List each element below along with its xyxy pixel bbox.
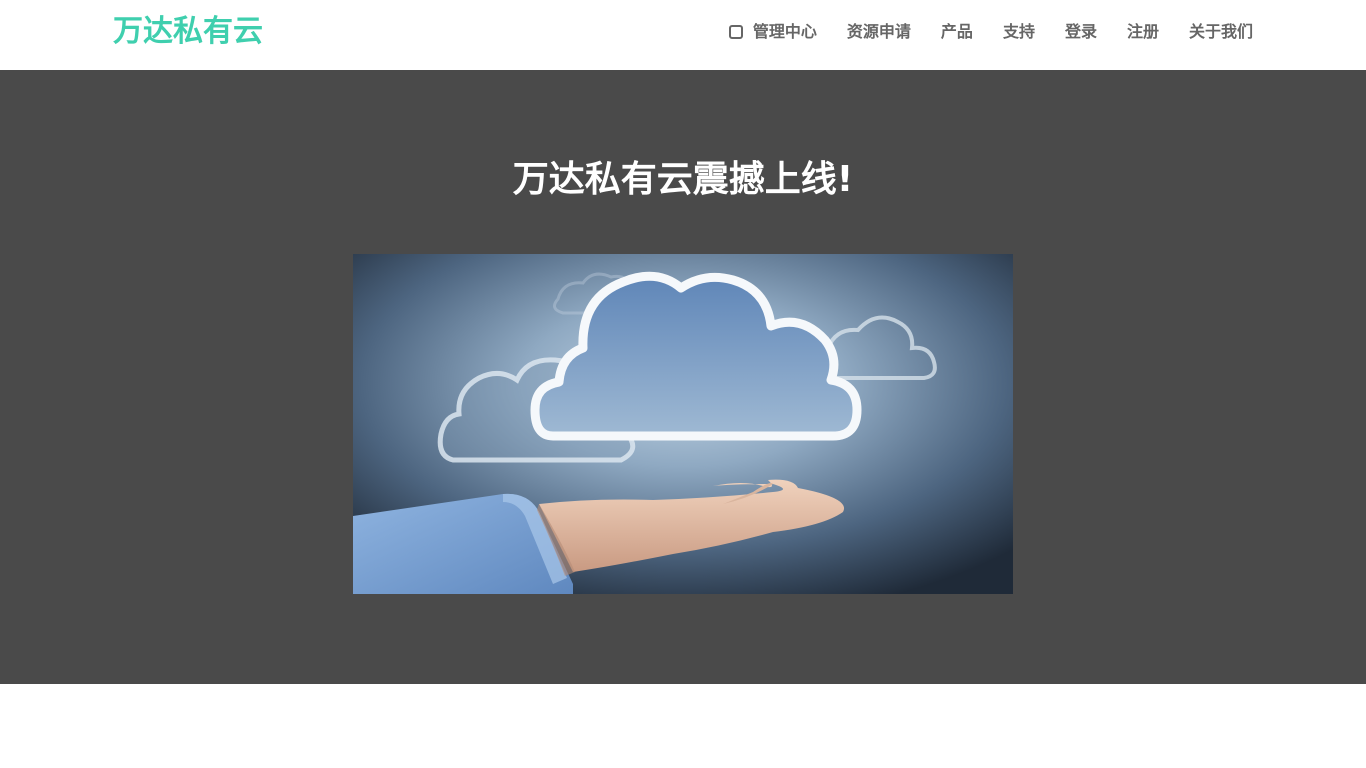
hero-title: 万达私有云震撼上线! [512,159,854,200]
top-navbar: 万达私有云 管理中心 资源申请 产品 支持 登录 注册 关于我们 [0,0,1366,70]
nav-item-support[interactable]: 支持 [1003,20,1035,44]
nav-item-login[interactable]: 登录 [1065,20,1097,44]
hero-banner: 万达私有云震撼上线! [0,70,1366,684]
nav-item-products[interactable]: 产品 [941,20,973,44]
nav-item-label: 管理中心 [752,22,817,41]
main-nav: 管理中心 资源申请 产品 支持 登录 注册 关于我们 [728,20,1253,44]
nav-item-register[interactable]: 注册 [1127,20,1159,44]
brand-logo-link[interactable]: 万达私有云 [113,12,263,52]
nav-item-about-us[interactable]: 关于我们 [1189,20,1253,44]
nav-item-resource-request[interactable]: 资源申请 [847,20,911,44]
dashboard-icon [728,25,743,39]
nav-item-management-center[interactable]: 管理中心 [728,20,817,44]
hero-cloud-image [353,254,1013,594]
